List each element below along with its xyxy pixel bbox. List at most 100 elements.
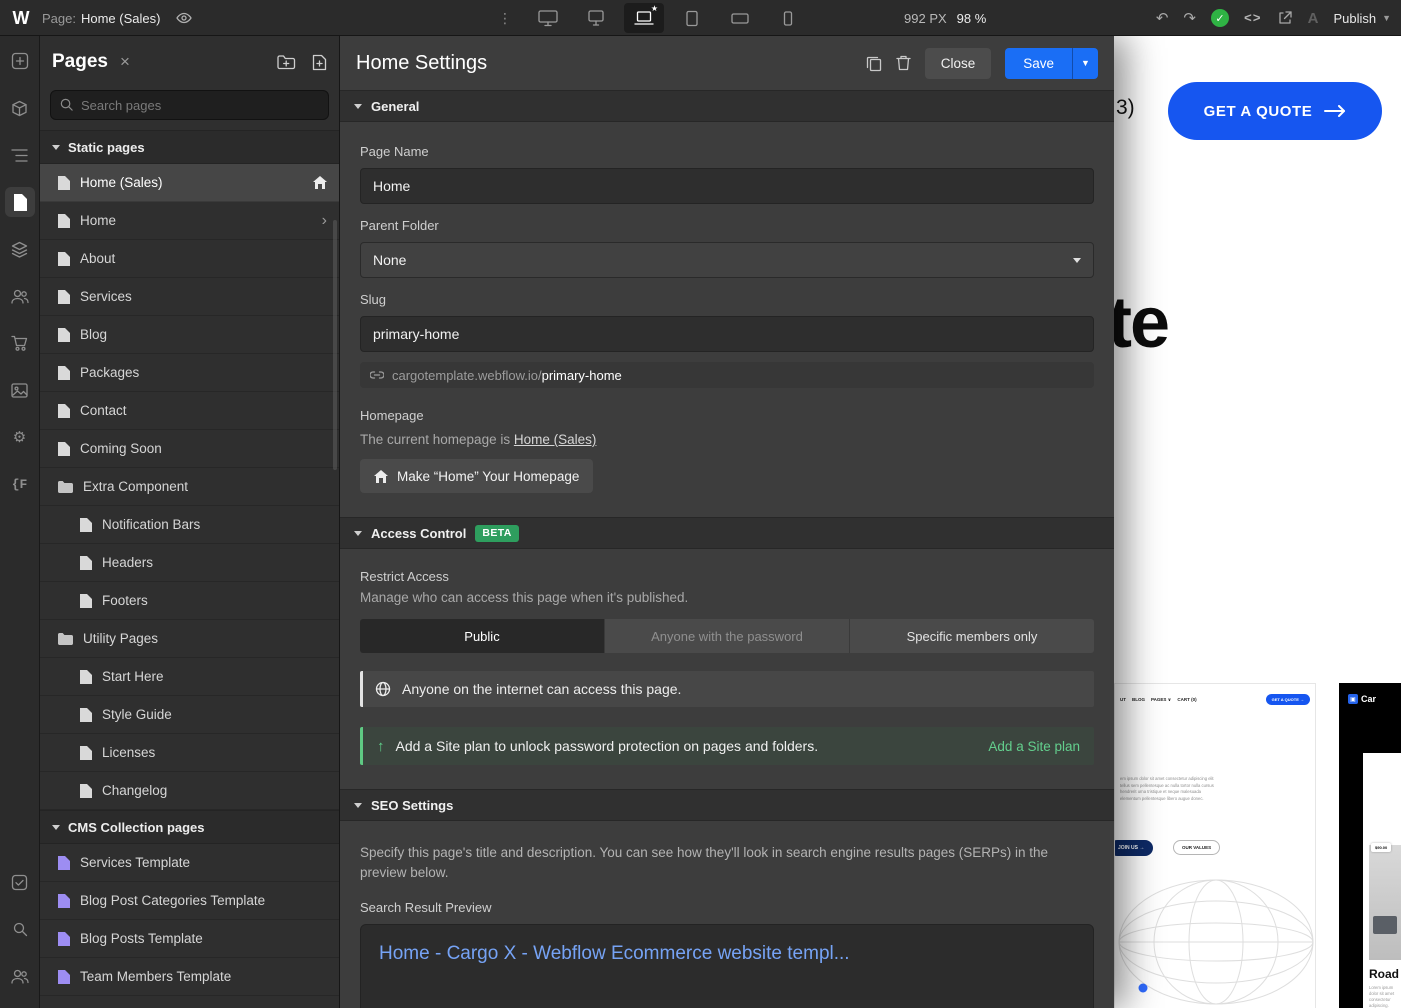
- page-icon: [58, 252, 70, 266]
- current-page-indicator[interactable]: Page: Home (Sales): [42, 11, 160, 26]
- page-item-blog[interactable]: Blog: [40, 316, 339, 354]
- collaborators-icon[interactable]: [5, 961, 35, 991]
- homepage-link[interactable]: Home (Sales): [514, 432, 597, 447]
- pages-icon[interactable]: [5, 187, 35, 217]
- our-values-button: OUR VALUES: [1173, 840, 1220, 855]
- homepage-icon: [313, 176, 327, 189]
- page-item-footers[interactable]: Footers: [40, 582, 339, 620]
- audit-check-icon[interactable]: [5, 867, 35, 897]
- serp-title: Home - Cargo X - Webflow Ecommerce websi…: [379, 943, 1075, 965]
- zoom-level[interactable]: 98 %: [957, 11, 987, 26]
- undo-icon[interactable]: ↶: [1156, 9, 1169, 27]
- folder-item-utility-pages[interactable]: Utility Pages: [40, 620, 339, 658]
- product-panel: $90.00 Road Lorem ipsum dolor sit amet c…: [1363, 753, 1401, 1008]
- parent-folder-select[interactable]: None: [360, 242, 1094, 278]
- redo-icon[interactable]: ↷: [1183, 9, 1196, 27]
- breakpoint-tablet-icon[interactable]: [672, 3, 712, 33]
- page-item-home[interactable]: Home ›: [40, 202, 339, 240]
- users-icon[interactable]: [5, 281, 35, 311]
- webflow-logo[interactable]: W: [0, 0, 42, 36]
- page-item-licenses[interactable]: Licenses: [40, 734, 339, 772]
- ecommerce-icon[interactable]: [5, 328, 35, 358]
- settings-gear-icon[interactable]: ⚙: [5, 422, 35, 452]
- globe-icon: [375, 681, 391, 697]
- publish-button[interactable]: Publish ▼: [1333, 11, 1391, 26]
- segment-members[interactable]: Specific members only: [849, 619, 1094, 653]
- saved-status-icon[interactable]: ✓: [1211, 9, 1229, 27]
- cms-page-icon: [58, 932, 70, 946]
- add-site-plan-link[interactable]: Add a Site plan: [988, 739, 1080, 754]
- pages-panel-close-icon[interactable]: ×: [120, 52, 130, 72]
- code-export-icon[interactable]: <>: [1244, 11, 1262, 26]
- breakpoint-mobile-portrait-icon[interactable]: [768, 3, 808, 33]
- site-icon[interactable]: A: [1308, 10, 1319, 27]
- get-a-quote-button[interactable]: GET A QUOTE: [1168, 82, 1382, 140]
- pages-panel: Pages × Static pages: [40, 36, 340, 1008]
- search-pages-input[interactable]: [50, 90, 329, 120]
- page-item-style-guide[interactable]: Style Guide: [40, 696, 339, 734]
- make-homepage-button[interactable]: Make “Home” Your Homepage: [360, 459, 593, 493]
- segment-password[interactable]: Anyone with the password: [604, 619, 849, 653]
- page-item-notification-bars[interactable]: Notification Bars: [40, 506, 339, 544]
- navigator-icon[interactable]: [5, 140, 35, 170]
- duplicate-page-icon[interactable]: [866, 55, 882, 72]
- page-item-contact[interactable]: Contact: [40, 392, 339, 430]
- section-access-control[interactable]: Access Control BETA: [340, 517, 1114, 549]
- new-page-icon[interactable]: [312, 54, 327, 71]
- quick-find-icon[interactable]: [5, 914, 35, 944]
- page-icon: [58, 214, 70, 228]
- cms-item-blog-posts-template[interactable]: Blog Posts Template: [40, 920, 339, 958]
- page-item-services[interactable]: Services: [40, 278, 339, 316]
- breakpoint-xl-icon[interactable]: [528, 3, 568, 33]
- chevron-right-icon[interactable]: ›: [322, 213, 327, 229]
- cms-item-team-members-template[interactable]: Team Members Template: [40, 958, 339, 996]
- share-icon[interactable]: [1277, 10, 1293, 26]
- cms-item-services-template[interactable]: Services Template: [40, 844, 339, 882]
- segment-public[interactable]: Public: [360, 619, 604, 653]
- save-button[interactable]: Save: [1005, 48, 1072, 79]
- page-label: Page:: [42, 11, 76, 26]
- page-item-packages[interactable]: Packages: [40, 354, 339, 392]
- cms-pages-header[interactable]: CMS Collection pages: [40, 810, 339, 844]
- new-folder-icon[interactable]: [277, 54, 296, 71]
- add-elements-icon[interactable]: [5, 46, 35, 76]
- drag-handle-icon[interactable]: ⋮: [498, 10, 512, 27]
- breakpoint-desktop-icon[interactable]: ★: [624, 3, 664, 33]
- homepage-label: Homepage: [360, 408, 1094, 423]
- preview-brand: ▣ Car: [1348, 694, 1376, 704]
- components-icon[interactable]: [5, 93, 35, 123]
- page-item-headers[interactable]: Headers: [40, 544, 339, 582]
- slug-input[interactable]: [360, 316, 1094, 352]
- page-icon: [58, 328, 70, 342]
- cms-item-blog-post-categories-template[interactable]: Blog Post Categories Template: [40, 882, 339, 920]
- page-item-coming-soon[interactable]: Coming Soon: [40, 430, 339, 468]
- page-icon: [80, 670, 92, 684]
- cms-page-icon: [58, 970, 70, 984]
- page-icon: [58, 176, 70, 190]
- section-general[interactable]: General: [340, 90, 1114, 122]
- save-dropdown-icon[interactable]: ▼: [1072, 48, 1098, 79]
- section-seo-settings[interactable]: SEO Settings: [340, 789, 1114, 821]
- close-button[interactable]: Close: [925, 48, 992, 79]
- pages-scrollbar[interactable]: [333, 220, 337, 470]
- delete-page-icon[interactable]: [896, 55, 911, 71]
- cms-icon[interactable]: [5, 234, 35, 264]
- page-icon: [80, 708, 92, 722]
- preview-eye-icon[interactable]: [176, 10, 192, 26]
- page-item-changelog[interactable]: Changelog: [40, 772, 339, 810]
- canvas-width-value[interactable]: 992 PX: [904, 11, 947, 26]
- page-item-about[interactable]: About: [40, 240, 339, 278]
- page-name-input[interactable]: [360, 168, 1094, 204]
- slug-label: Slug: [360, 292, 1094, 307]
- pages-list: Static pages Home (Sales) Home › About S…: [40, 130, 339, 1008]
- page-item-start-here[interactable]: Start Here: [40, 658, 339, 696]
- breakpoint-mobile-landscape-icon[interactable]: [720, 3, 760, 33]
- assets-icon[interactable]: [5, 375, 35, 405]
- page-item-home-sales[interactable]: Home (Sales): [40, 164, 339, 202]
- static-pages-header[interactable]: Static pages: [40, 130, 339, 164]
- finsweet-extension-icon[interactable]: {F: [5, 469, 35, 499]
- folder-item-extra-component[interactable]: Extra Component: [40, 468, 339, 506]
- collapse-caret-icon: [354, 803, 362, 808]
- price-badge: $90.00: [1371, 843, 1391, 852]
- breakpoint-large-icon[interactable]: [576, 3, 616, 33]
